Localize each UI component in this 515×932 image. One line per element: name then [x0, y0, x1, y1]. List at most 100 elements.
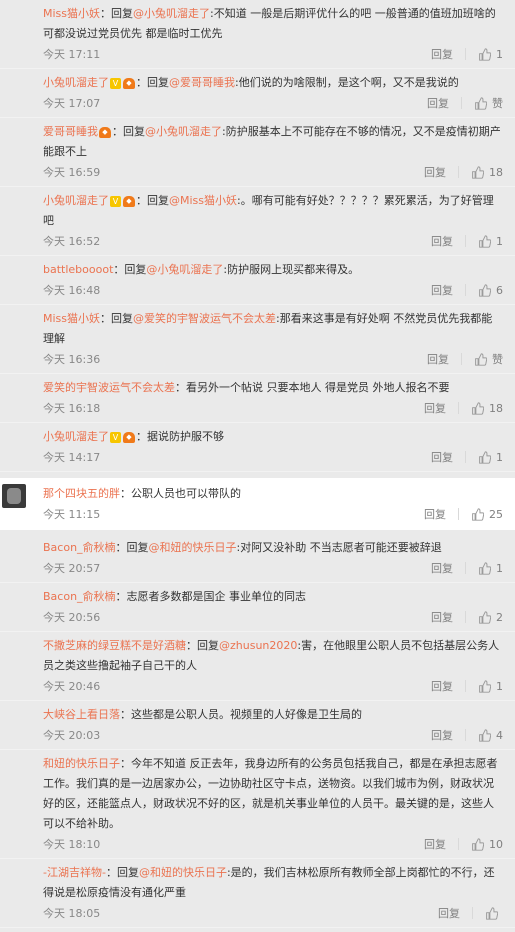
- reply-item: Miss猫小妖：回复@爱笑的宇智波运气不会太差:那看来这事是有好处啊 不然党员优…: [0, 305, 515, 374]
- like-button[interactable]: 1: [478, 562, 503, 575]
- like-count: 1: [496, 47, 503, 61]
- reply-mention[interactable]: @小兔叽溜走了: [146, 263, 223, 276]
- avatar[interactable]: [2, 484, 26, 508]
- reply-item: 不撒芝麻的绿豆糕不是好酒糖：回复@zhusun2020:害，在他眼里公职人员不包…: [0, 632, 515, 701]
- reply-prefix: ：回复: [100, 7, 134, 20]
- reply-body: ：看另外一个帖说 只要本地人 得是党员 外地人报名不要: [175, 381, 450, 394]
- reply-item: 小兔叽溜走了 V ◆ ：据说防护服不够 今天 14:17 回复 1: [0, 423, 515, 472]
- thumbs-up-icon: [479, 450, 491, 464]
- reply-body: :防护服网上现买都来得及。: [223, 263, 360, 276]
- like-count: 1: [496, 679, 503, 693]
- reply-username[interactable]: battleboooot: [43, 263, 113, 276]
- reply-username[interactable]: 小兔叽溜走了: [43, 194, 109, 207]
- reply-prefix: ：回复: [105, 866, 139, 879]
- like-button[interactable]: [485, 906, 503, 920]
- reply-button[interactable]: 回复: [424, 506, 446, 522]
- thumbs-up-icon: [472, 837, 484, 851]
- reply-mention[interactable]: @小兔叽溜走了: [133, 7, 210, 20]
- reply-button[interactable]: 回复: [424, 836, 446, 852]
- reply-username[interactable]: Bacon_俞秋楠: [43, 541, 116, 554]
- reply-mention[interactable]: @zhusun2020: [219, 639, 297, 652]
- reply-mention[interactable]: @小兔叽溜走了: [145, 125, 222, 138]
- divider: [461, 97, 462, 109]
- reply-mention[interactable]: @爱哥哥睡我: [169, 76, 235, 89]
- reply-meta: 今天 20:03 回复 4: [43, 725, 503, 745]
- reply-button[interactable]: 回复: [438, 905, 460, 921]
- like-button[interactable]: 1: [478, 680, 503, 693]
- reply-username[interactable]: Bacon_俞秋楠: [43, 590, 116, 603]
- reply-username[interactable]: 和妞的快乐日子: [43, 757, 120, 770]
- like-button[interactable]: 1: [478, 451, 503, 464]
- reply-button[interactable]: 回复: [431, 233, 453, 249]
- reply-username[interactable]: Miss猫小妖: [43, 312, 100, 325]
- reply-meta: 今天 16:52 回复 1: [43, 231, 503, 251]
- like-button[interactable]: 6: [478, 284, 503, 297]
- reply-text: 爱哥哥睡我 ◆ ：回复@小兔叽溜走了:防护服基本上不可能存在不够的情况，又不是疫情初…: [43, 122, 503, 162]
- reply-mention[interactable]: @爱笑的宇智波运气不会太差: [133, 312, 276, 325]
- reply-username[interactable]: 不撒芝麻的绿豆糕不是好酒糖: [43, 639, 186, 652]
- reply-username[interactable]: Miss猫小妖: [43, 7, 100, 20]
- reply-text: Bacon_俞秋楠：回复@和妞的快乐日子:对阿又没补助 不当志愿者可能还要被辞退: [43, 538, 503, 558]
- reply-username[interactable]: 小兔叽溜走了: [43, 76, 109, 89]
- like-button[interactable]: 1: [478, 235, 503, 248]
- reply-button[interactable]: 回复: [431, 678, 453, 694]
- comment-body: ：公职人员也可以带队的: [120, 487, 241, 500]
- reply-time: 今天 16:59: [43, 166, 101, 179]
- member-badge-icon: ◆: [99, 126, 111, 138]
- reply-item: 小兔叽溜走了 V ◆ ：回复@Miss猫小妖:。哪有可能有好处？？？？？累死累活，为了…: [0, 187, 515, 256]
- reply-button[interactable]: 回复: [431, 609, 453, 625]
- reply-meta: 今天 17:11 回复 1: [43, 44, 503, 64]
- reply-button[interactable]: 回复: [431, 282, 453, 298]
- reply-meta: 今天 17:07 回复 赞: [43, 93, 503, 113]
- reply-username[interactable]: 大峡谷上看日落: [43, 708, 120, 721]
- reply-item: 大峡谷上看日落：这些都是公职人员。视频里的人好像是卫生局的 今天 20:03 回复 4: [0, 701, 515, 750]
- comment-username[interactable]: 那个四块五的胖: [43, 487, 120, 500]
- reply-item: battleboooot：回复@小兔叽溜走了:防护服网上现买都来得及。 今天 16…: [0, 256, 515, 305]
- like-button[interactable]: 2: [478, 611, 503, 624]
- like-button[interactable]: 赞: [474, 351, 503, 367]
- like-button[interactable]: 18: [471, 166, 503, 179]
- divider: [465, 235, 466, 247]
- reply-text: Miss猫小妖：回复@小兔叽溜走了:不知道 一般是后期评优什么的吧 一般普通的值…: [43, 4, 503, 44]
- like-count: 赞: [492, 353, 503, 366]
- comment-meta: 今天 11:15 回复 25: [43, 504, 503, 524]
- reply-button[interactable]: 回复: [431, 449, 453, 465]
- reply-item: Bacon_俞秋楠：志愿者多数都是国企 事业单位的同志 今天 20:56 回复 2: [0, 583, 515, 632]
- reply-button[interactable]: 回复: [424, 164, 446, 180]
- reply-username[interactable]: -江湖吉祥物-: [43, 866, 106, 879]
- reply-meta: 今天 14:17 回复 1: [43, 447, 503, 467]
- reply-time: 今天 16:36: [43, 353, 101, 366]
- reply-button[interactable]: 回复: [427, 95, 449, 111]
- reply-item: 小兔叽溜走了 V ◆ ：回复@爱哥哥睡我:他们说的为啥限制，是这个啊，又不是我说的 今天…: [0, 69, 515, 118]
- like-count: 1: [496, 561, 503, 575]
- reply-button[interactable]: 回复: [431, 560, 453, 576]
- thumbs-up-icon: [479, 283, 491, 297]
- like-button[interactable]: 4: [478, 729, 503, 742]
- reply-mention[interactable]: @和妞的快乐日子: [149, 541, 237, 554]
- reply-button[interactable]: 回复: [431, 46, 453, 62]
- reply-button[interactable]: 回复: [424, 400, 446, 416]
- reply-time: 今天 16:18: [43, 402, 101, 415]
- reply-button[interactable]: 回复: [431, 727, 453, 743]
- like-button[interactable]: 10: [471, 838, 503, 851]
- reply-time: 今天 20:57: [43, 562, 101, 575]
- reply-body: ：志愿者多数都是国企 事业单位的同志: [115, 590, 307, 603]
- reply-button[interactable]: 回复: [427, 351, 449, 367]
- like-button[interactable]: 18: [471, 402, 503, 415]
- divider: [458, 166, 459, 178]
- reply-username[interactable]: 爱哥哥睡我: [43, 125, 98, 138]
- divider: [458, 838, 459, 850]
- reply-text: 小兔叽溜走了 V ◆ ：回复@爱哥哥睡我:他们说的为啥限制，是这个啊，又不是我说的: [43, 73, 503, 93]
- like-button[interactable]: 赞: [474, 95, 503, 111]
- reply-mention[interactable]: @Miss猫小妖: [169, 194, 237, 207]
- like-count: 18: [489, 401, 503, 415]
- reply-username[interactable]: 小兔叽溜走了: [43, 430, 109, 443]
- reply-meta: 今天 18:10 回复 10: [43, 834, 503, 854]
- like-button[interactable]: 25: [471, 508, 503, 521]
- reply-meta: 今天 16:18 回复 18: [43, 398, 503, 418]
- reply-text: 和妞的快乐日子：今年不知道 反正去年，我身边所有的公务员包括我自己，都是在承担志…: [43, 754, 503, 834]
- reply-mention[interactable]: @和妞的快乐日子: [139, 866, 227, 879]
- reply-username[interactable]: 爱笑的宇智波运气不会太差: [43, 381, 175, 394]
- reply-meta: 今天 20:56 回复 2: [43, 607, 503, 627]
- like-button[interactable]: 1: [478, 48, 503, 61]
